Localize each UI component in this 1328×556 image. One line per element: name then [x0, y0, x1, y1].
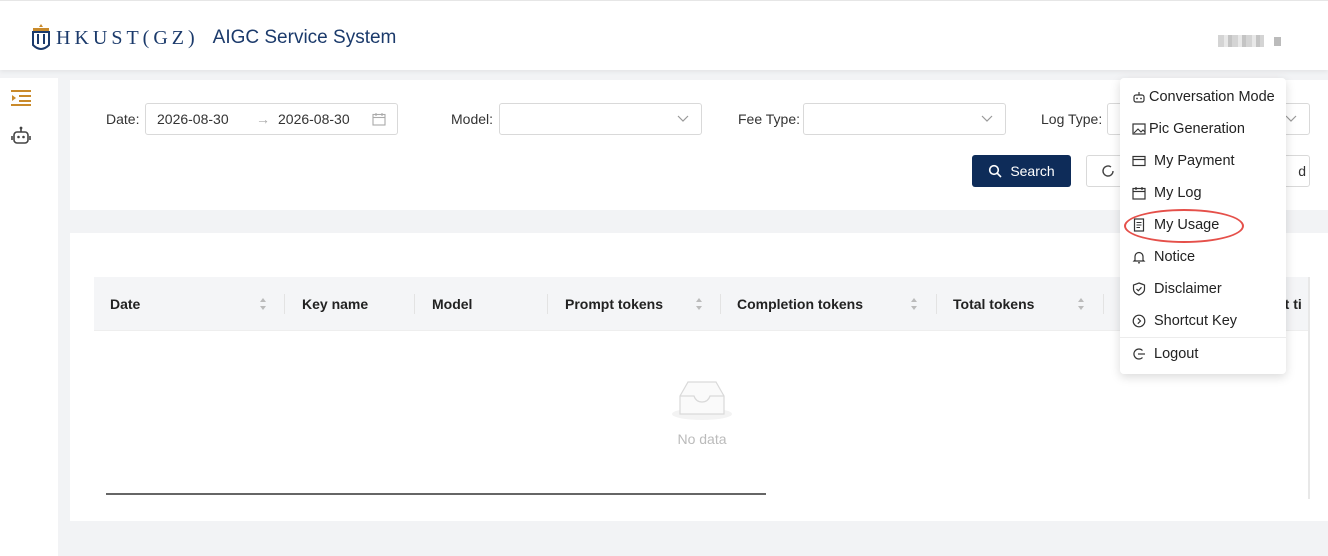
column-divider	[547, 294, 548, 314]
logo: HKUST(GZ) AIGC Service System	[30, 18, 396, 58]
search-button[interactable]: Search	[972, 155, 1071, 187]
menu-item-label: Notice	[1154, 249, 1196, 265]
date-start-value[interactable]: 2026-08-30	[157, 111, 229, 127]
menu-item-my-log[interactable]: My Log	[1120, 178, 1286, 208]
app-title: AIGC Service System	[212, 27, 397, 48]
search-button-label: Search	[1010, 163, 1055, 179]
menu-collapse-icon[interactable]	[11, 88, 31, 108]
chevron-down-icon	[677, 115, 689, 122]
horizontal-scrollbar[interactable]	[106, 493, 766, 495]
column-header-date[interactable]: Date	[110, 277, 140, 331]
empty-inbox-icon	[672, 381, 732, 420]
column-header-total-tokens[interactable]: Total tokens	[953, 277, 1034, 331]
image-icon	[1132, 123, 1146, 135]
column-divider	[720, 294, 721, 314]
menu-item-my-payment[interactable]: My Payment	[1120, 146, 1286, 176]
log-type-label: Log Type:	[1041, 111, 1103, 127]
menu-item-conversation-mode[interactable]: Conversation Mode	[1120, 82, 1286, 112]
menu-divider	[1120, 337, 1286, 338]
sidebar	[0, 78, 58, 556]
menu-item-label: Conversation Mode	[1149, 89, 1275, 105]
sort-icon[interactable]	[1077, 297, 1085, 311]
table-right-edge	[1308, 277, 1310, 499]
chevron-down-icon	[1285, 115, 1297, 122]
circle-arrow-icon	[1132, 314, 1146, 328]
robot-icon[interactable]	[11, 126, 31, 146]
fee-type-label: Fee Type:	[738, 111, 801, 127]
bell-icon	[1132, 251, 1146, 264]
menu-item-label: Logout	[1154, 346, 1199, 362]
shield-check-icon	[1132, 282, 1146, 296]
brand-name: HKUST(GZ)	[56, 26, 199, 49]
menu-item-shortcut-key[interactable]: Shortcut Key	[1120, 306, 1286, 336]
robot-icon	[1133, 92, 1145, 103]
user-menu-trigger[interactable]	[1218, 35, 1281, 47]
column-header-key-name: Key name	[302, 296, 369, 312]
sort-icon[interactable]	[910, 297, 918, 311]
menu-item-logout[interactable]: Logout	[1120, 339, 1286, 369]
empty-state-text: No data	[677, 431, 727, 447]
chevron-down-icon	[981, 115, 993, 122]
calendar-icon	[1132, 187, 1146, 200]
menu-item-pic-generation[interactable]: Pic Generation	[1120, 114, 1286, 144]
user-caret-icon	[1274, 36, 1281, 46]
column-divider	[414, 294, 415, 314]
usage-document-icon	[1133, 218, 1145, 232]
date-range-arrow: →	[256, 111, 270, 127]
reset-button-label-tail: d	[1298, 163, 1306, 179]
menu-item-label: Pic Generation	[1149, 121, 1245, 137]
column-divider	[1103, 294, 1104, 314]
menu-item-my-usage[interactable]: My Usage	[1120, 210, 1286, 240]
menu-item-label: My Usage	[1154, 217, 1220, 233]
search-icon	[989, 164, 1002, 178]
refresh-icon	[1102, 165, 1114, 177]
column-header-completion-tokens[interactable]: Completion tokens	[737, 277, 863, 331]
payment-card-icon	[1132, 155, 1146, 167]
model-select[interactable]	[499, 103, 702, 135]
logout-icon	[1133, 348, 1145, 360]
calendar-icon	[372, 113, 386, 126]
menu-item-label: My Payment	[1154, 153, 1235, 169]
column-header-prompt-tokens[interactable]: Prompt tokens	[565, 277, 663, 331]
model-label: Model:	[451, 111, 494, 127]
date-end-value[interactable]: 2026-08-30	[278, 111, 350, 127]
hkust-crest-icon	[32, 24, 50, 50]
menu-item-disclaimer[interactable]: Disclaimer	[1120, 274, 1286, 304]
sort-icon[interactable]	[695, 297, 703, 311]
menu-item-notice[interactable]: Notice	[1120, 242, 1286, 272]
date-label: Date:	[106, 111, 140, 127]
column-header-model: Model	[432, 296, 473, 312]
menu-item-label: Disclaimer	[1154, 281, 1222, 297]
fee-type-select[interactable]	[803, 103, 1006, 135]
menu-item-label: My Log	[1154, 185, 1202, 201]
user-dropdown-menu: Conversation Mode Pic Generation My Paym…	[1120, 78, 1286, 374]
date-range-picker[interactable]: 2026-08-30 → 2026-08-30	[145, 103, 398, 135]
column-divider	[284, 294, 285, 314]
top-bar: HKUST(GZ) AIGC Service System	[0, 0, 1328, 70]
menu-item-label: Shortcut Key	[1154, 313, 1238, 329]
user-name-blurred	[1218, 35, 1264, 47]
sort-icon[interactable]	[259, 297, 267, 311]
column-divider	[936, 294, 937, 314]
